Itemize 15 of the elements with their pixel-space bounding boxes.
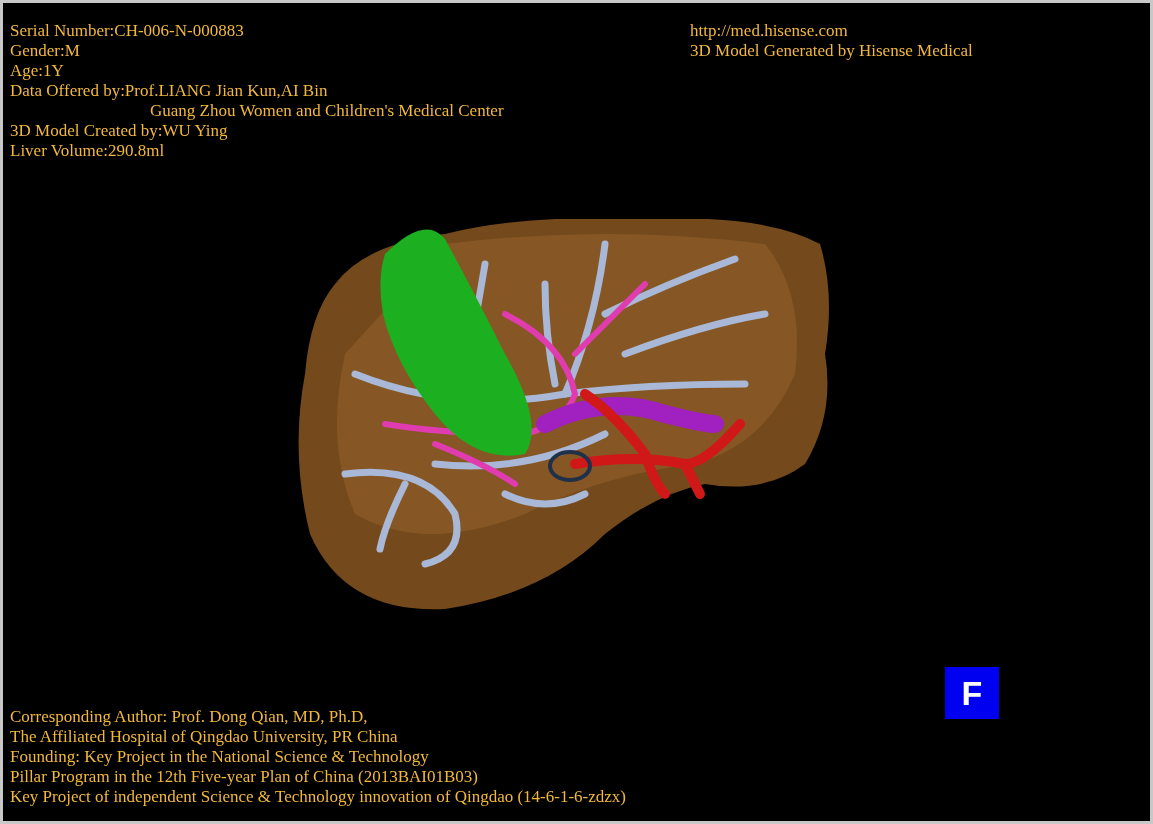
- info-text: Pillar Program in the 12th Five-year Plan of China (2013BAI01B03): [10, 767, 479, 787]
- info-text: Corresponding Author: Prof. Dong Qian, MD, Ph.D,: [10, 707, 369, 727]
- info-text: Key Project of independent Science & Technology innovation of Qingdao (14-6-1-6-zdzx): [10, 787, 626, 807]
- info-text: Guang Zhou Women and Children's Medical Center: [149, 101, 505, 121]
- info-text: Founding: Key Project in the National Science & Technology: [10, 747, 430, 767]
- info-text: 3D Model Created by:WU Ying: [10, 121, 229, 141]
- info-text: The Affiliated Hospital of Qingdao University, PR China: [10, 727, 399, 747]
- info-text: http://med.hisense.com: [690, 21, 849, 41]
- info-text: Liver Volume:290.8ml: [10, 141, 166, 161]
- info-text: Gender:M: [10, 41, 81, 61]
- info-text: Age:1Y: [10, 61, 65, 81]
- orientation-marker: F: [945, 667, 999, 719]
- info-text: 3D Model Generated by Hisense Medical: [690, 41, 973, 61]
- info-text: Serial Number:CH-006-N-000883: [10, 21, 245, 41]
- info-text: Data Offered by:Prof.LIANG Jian Kun,AI Bin: [10, 81, 329, 101]
